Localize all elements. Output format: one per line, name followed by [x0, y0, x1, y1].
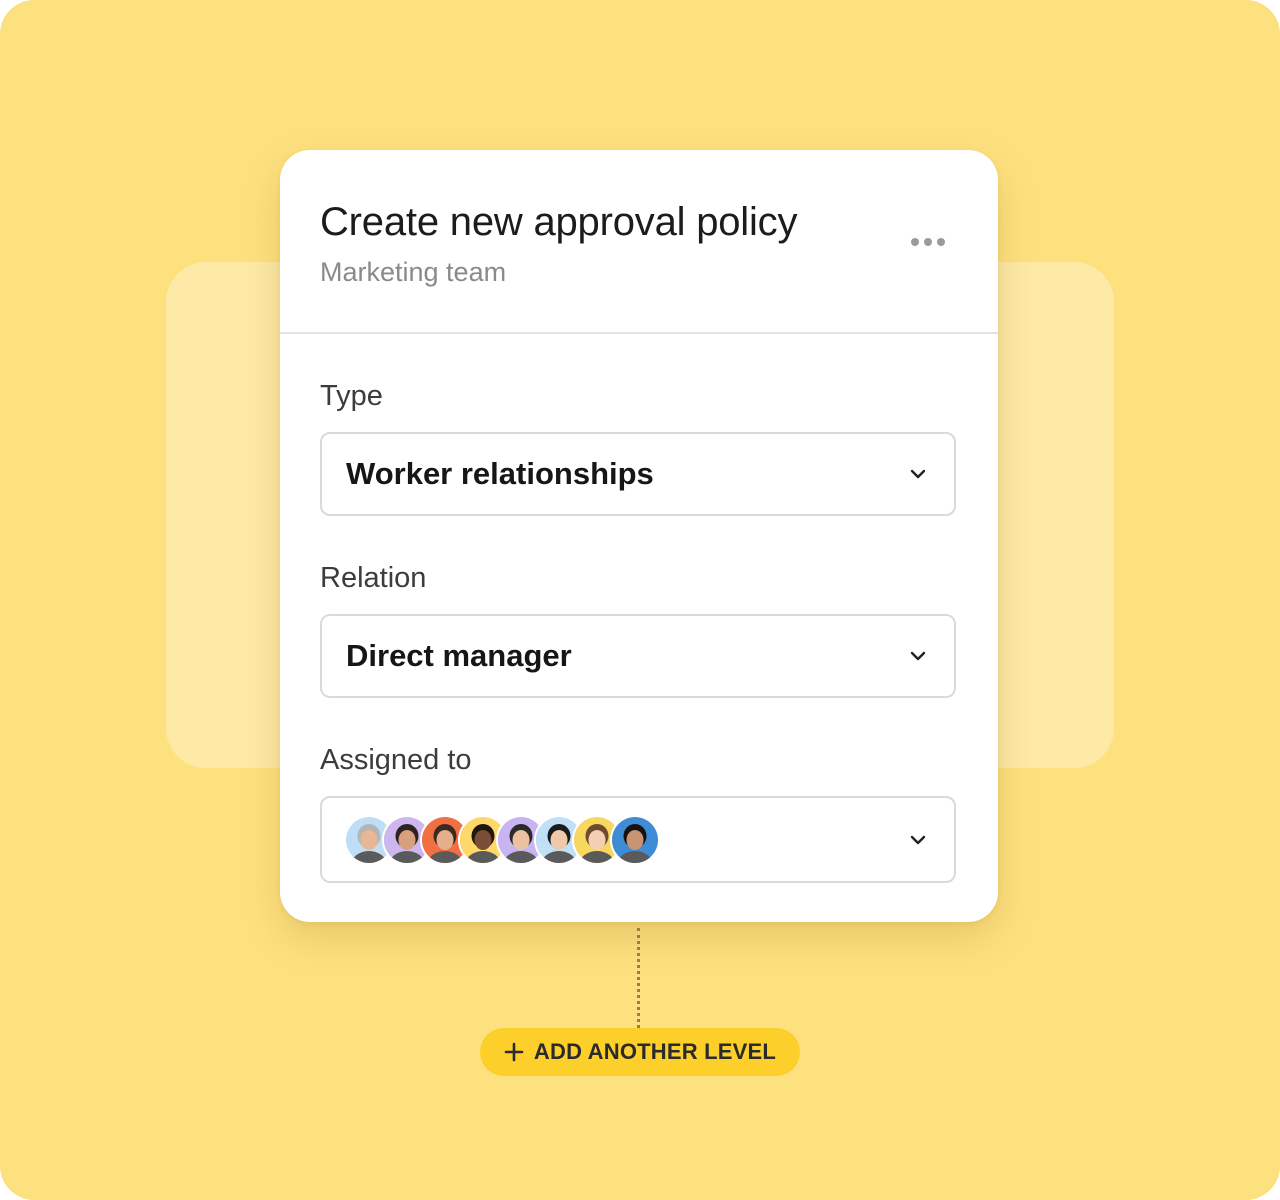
type-select[interactable]: Worker relationships — [320, 432, 956, 516]
approval-policy-card: Create new approval policy Marketing tea… — [280, 150, 998, 922]
assignee-avatar — [610, 814, 660, 865]
chevron-down-icon — [910, 651, 926, 661]
assigned-to-select[interactable] — [320, 796, 956, 883]
page-title: Create new approval policy — [320, 200, 798, 244]
chevron-down-icon — [910, 469, 926, 479]
type-value: Worker relationships — [346, 456, 654, 491]
add-another-level-button[interactable]: ADD ANOTHER LEVEL — [480, 1028, 800, 1076]
relation-value: Direct manager — [346, 638, 572, 673]
relation-label: Relation — [320, 562, 427, 594]
more-options-button[interactable] — [900, 224, 956, 260]
type-label: Type — [320, 380, 383, 412]
assignee-avatar-group — [344, 798, 660, 881]
more-horizontal-icon — [911, 238, 945, 246]
chevron-down-icon — [910, 835, 926, 844]
add-another-level-label: ADD ANOTHER LEVEL — [533, 1039, 777, 1064]
team-subtitle: Marketing team — [320, 257, 507, 287]
person-avatar-icon — [612, 816, 658, 863]
canvas: Create new approval policy Marketing tea… — [0, 0, 1280, 1200]
card-header: Create new approval policy Marketing tea… — [280, 150, 998, 334]
plus-icon — [504, 1042, 524, 1062]
level-connector-line — [637, 928, 640, 1028]
relation-select[interactable]: Direct manager — [320, 614, 956, 698]
assigned-to-label: Assigned to — [320, 744, 472, 776]
